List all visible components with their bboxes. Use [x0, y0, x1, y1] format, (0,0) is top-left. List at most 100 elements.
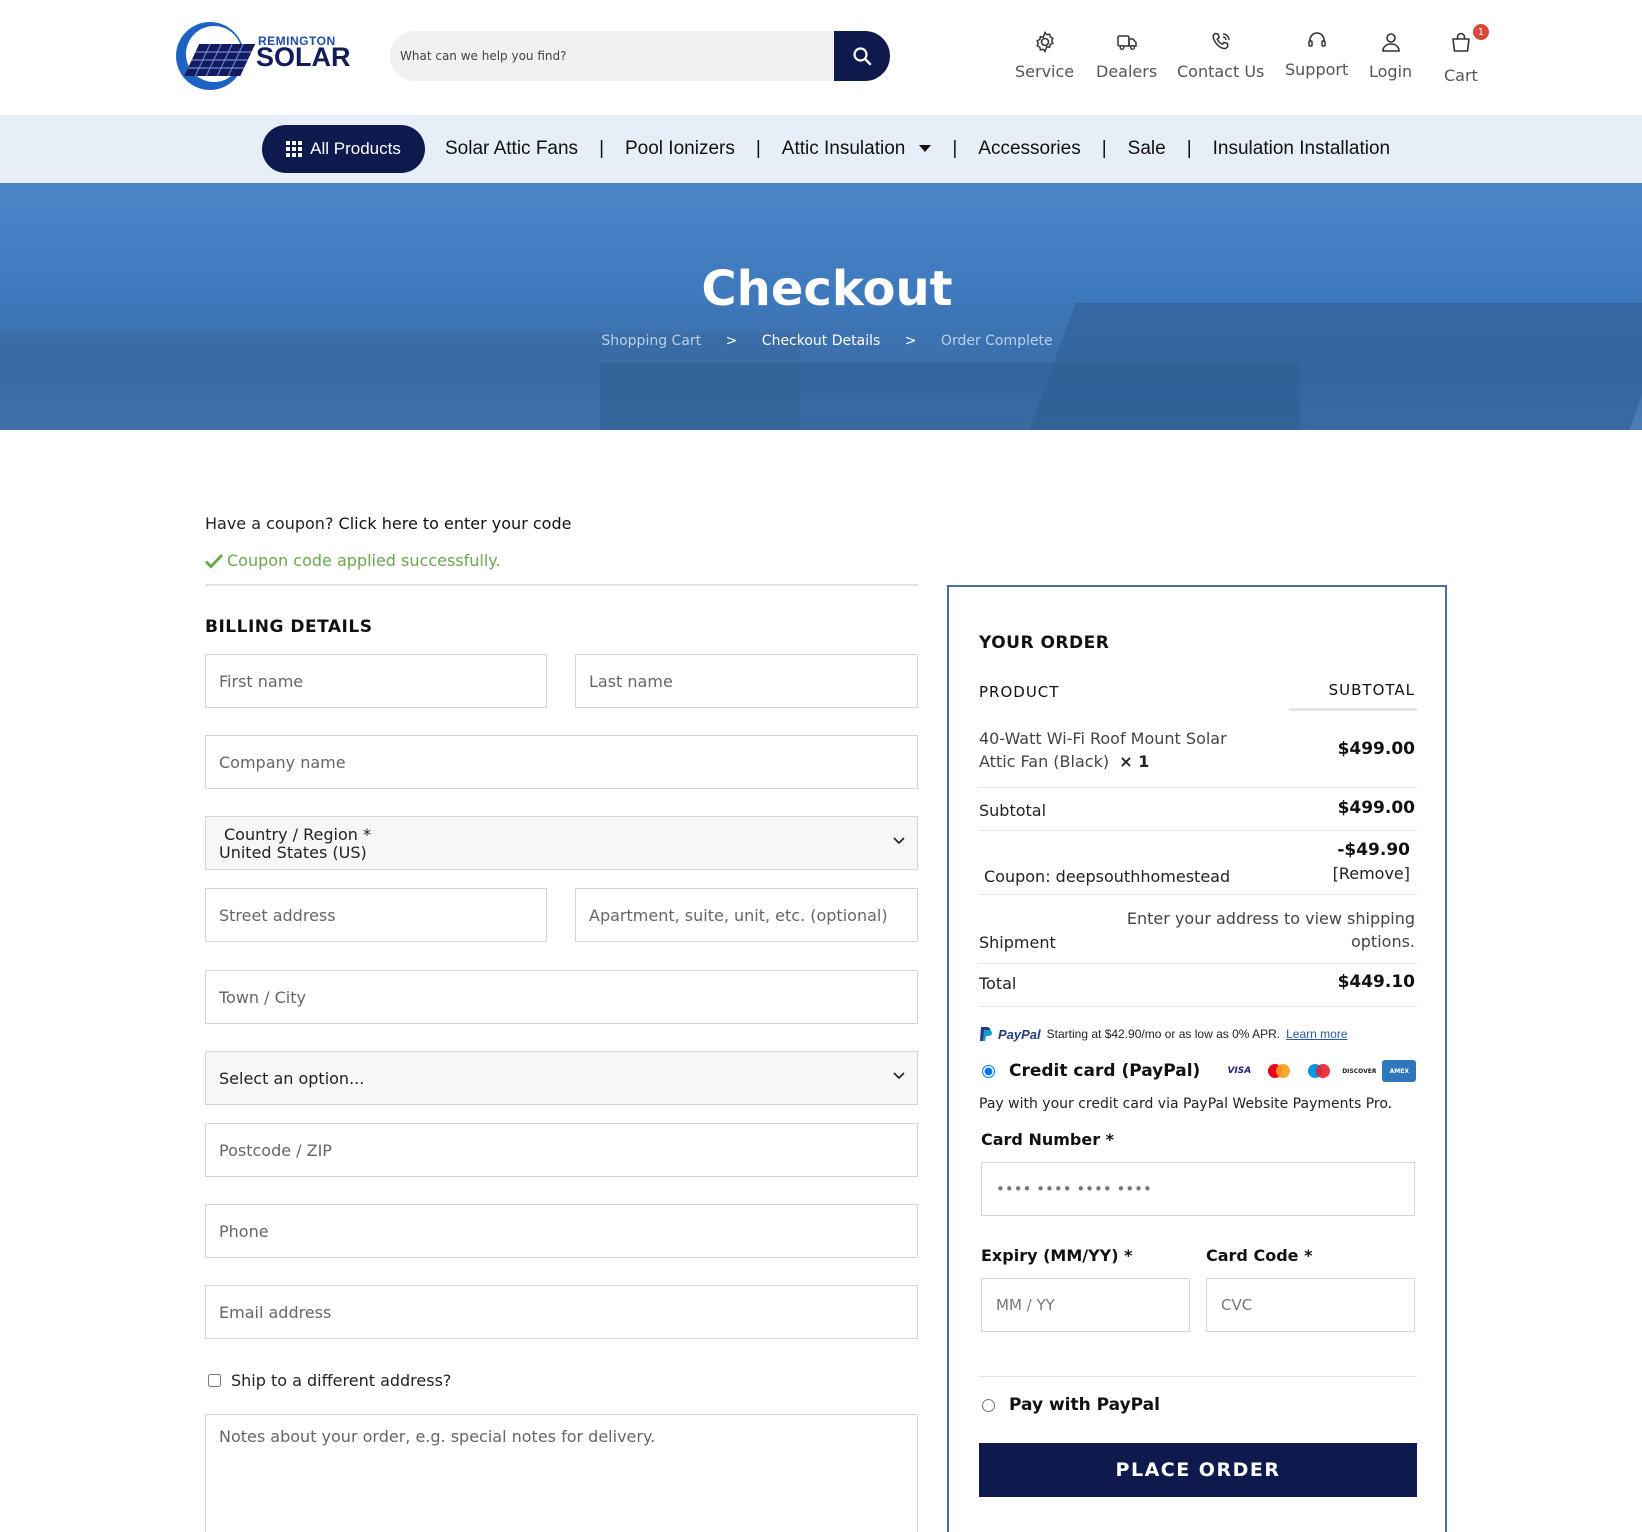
coupon-remove-link[interactable]: [Remove] [1333, 864, 1410, 883]
postcode-input[interactable] [206, 1124, 917, 1176]
expiry-field [981, 1278, 1190, 1332]
coupon-success-text: Coupon code applied successfully. [227, 551, 501, 570]
paypal-brand-text: PayPal [998, 1026, 1041, 1042]
order-item-qty: × 1 [1119, 752, 1150, 771]
card-code-field [1206, 1278, 1415, 1332]
divider [979, 1376, 1417, 1377]
country-select[interactable]: Country / Region * United States (US) [205, 816, 918, 870]
country-label: Country / Region * [224, 825, 371, 844]
truck-icon [1116, 35, 1137, 50]
email-input[interactable] [206, 1286, 917, 1338]
site-header: REMINGTON SOLAR Service Dealers Contact … [0, 0, 1642, 115]
billing-details-title: BILLING DETAILS [205, 617, 373, 637]
header-nav-label: Dealers [1096, 62, 1158, 81]
coupon-success-message: Coupon code applied successfully. [205, 551, 501, 570]
bag-icon [1452, 32, 1470, 52]
nav-separator: | [1101, 138, 1107, 159]
credit-card-label[interactable]: Credit card (PayPal) [1009, 1061, 1200, 1081]
company-field [205, 735, 918, 789]
paypal-radio[interactable] [982, 1398, 995, 1412]
shipment-message-line: options. [1350, 932, 1415, 951]
order-notes-input[interactable] [206, 1415, 917, 1532]
credit-card-option: Credit card (PayPal) VISA DISCOVER AMEX [982, 1060, 1417, 1082]
paypal-pay-later-message: PayPal Starting at $42.90/mo or as low a… [979, 1026, 1348, 1042]
card-brand-logos: VISA DISCOVER AMEX [1222, 1060, 1417, 1082]
search-button[interactable] [834, 31, 890, 81]
nav-link-accessories[interactable]: Accessories [978, 138, 1080, 160]
credit-card-radio[interactable] [982, 1064, 995, 1078]
discover-logo-icon: DISCOVER [1342, 1060, 1376, 1082]
paypal-label[interactable]: Pay with PayPal [1009, 1395, 1160, 1415]
search-icon [853, 47, 872, 66]
breadcrumb-order-complete: Order Complete [940, 333, 1053, 349]
card-number-field [981, 1162, 1415, 1216]
subtotal-label: Subtotal [979, 801, 1047, 820]
header-nav-label: Support [1285, 60, 1349, 79]
search-input[interactable] [390, 31, 834, 81]
header-nav-login[interactable]: Login [1369, 30, 1412, 81]
subtotal-column-header: SUBTOTAL [1328, 681, 1415, 699]
paypal-learn-more-link[interactable]: Learn more [1286, 1027, 1347, 1041]
product-column-header: PRODUCT [979, 683, 1060, 701]
street-address-input[interactable] [206, 889, 546, 941]
paypal-logo-icon [980, 1027, 992, 1041]
all-products-button[interactable]: All Products [262, 125, 425, 173]
expiry-input[interactable] [982, 1279, 1189, 1331]
cart-count-badge: 1 [1472, 24, 1489, 40]
nav-separator: | [1186, 138, 1192, 159]
shipment-message: Enter your address to view shipping opti… [1127, 907, 1415, 953]
header-nav-dealers[interactable]: Dealers [1096, 30, 1157, 81]
chevron-down-icon [893, 837, 905, 845]
breadcrumb-shopping-cart[interactable]: Shopping Cart [601, 333, 701, 349]
order-item-name-line: Attic Fan (Black) [979, 752, 1110, 771]
nav-link-solar-attic-fans[interactable]: Solar Attic Fans [445, 138, 578, 160]
nav-separator: | [599, 138, 604, 159]
state-select[interactable]: Select an option... [205, 1051, 918, 1105]
city-input[interactable] [206, 971, 917, 1023]
brand-main-text: SOLAR [256, 42, 351, 72]
total-label: Total [979, 974, 1017, 993]
country-value: United States (US) [219, 843, 367, 862]
place-order-button[interactable]: PLACE ORDER [979, 1443, 1417, 1497]
paypal-message-text: Starting at $42.90/mo or as low as 0% AP… [1046, 1027, 1281, 1041]
email-field [205, 1285, 918, 1339]
card-code-input[interactable] [1207, 1279, 1414, 1331]
coupon-discount-value: -$49.90 [1337, 840, 1410, 860]
card-number-input[interactable] [982, 1163, 1414, 1215]
first-name-input[interactable] [206, 655, 546, 707]
nav-link-insulation-installation[interactable]: Insulation Installation [1213, 138, 1390, 160]
caret-down-icon [919, 145, 932, 153]
all-products-label: All Products [310, 139, 401, 158]
ship-different-label[interactable]: Ship to a different address? [231, 1371, 451, 1390]
coupon-link[interactable]: Click here to enter your code [339, 514, 572, 533]
header-nav-contact[interactable]: Contact Us [1177, 30, 1264, 81]
checkmark-icon [205, 553, 223, 569]
brand-logo[interactable]: REMINGTON SOLAR [170, 20, 351, 92]
divider [979, 830, 1417, 831]
order-notes-field [205, 1414, 918, 1532]
divider [1289, 708, 1417, 711]
city-field [205, 970, 918, 1024]
your-order-title: YOUR ORDER [979, 633, 1110, 653]
nav-link-sale[interactable]: Sale [1128, 138, 1166, 160]
phone-input[interactable] [206, 1205, 917, 1257]
header-nav-support[interactable]: Support [1285, 28, 1348, 79]
coupon-label: Coupon: deepsouthhomestead [984, 867, 1231, 886]
breadcrumb-arrow: > [725, 333, 738, 349]
nav-link-attic-insulation[interactable]: Attic Insulation [782, 138, 932, 160]
gear-icon [1035, 31, 1054, 53]
postcode-field [205, 1123, 918, 1177]
divider [979, 963, 1417, 964]
company-name-input[interactable] [206, 736, 917, 788]
header-nav-cart[interactable]: 1 Cart [1444, 24, 1489, 85]
apartment-input[interactable] [576, 889, 917, 941]
amex-logo-icon: AMEX [1382, 1060, 1417, 1082]
header-nav-service[interactable]: Service [1015, 30, 1074, 81]
ship-different-checkbox[interactable] [208, 1374, 221, 1387]
expiry-label: Expiry (MM/YY) * [981, 1246, 1133, 1265]
last-name-input[interactable] [576, 655, 917, 707]
search-bar [390, 31, 890, 81]
divider [979, 787, 1417, 788]
header-nav-label: Contact Us [1177, 62, 1265, 81]
nav-link-pool-ionizers[interactable]: Pool Ionizers [625, 138, 735, 160]
